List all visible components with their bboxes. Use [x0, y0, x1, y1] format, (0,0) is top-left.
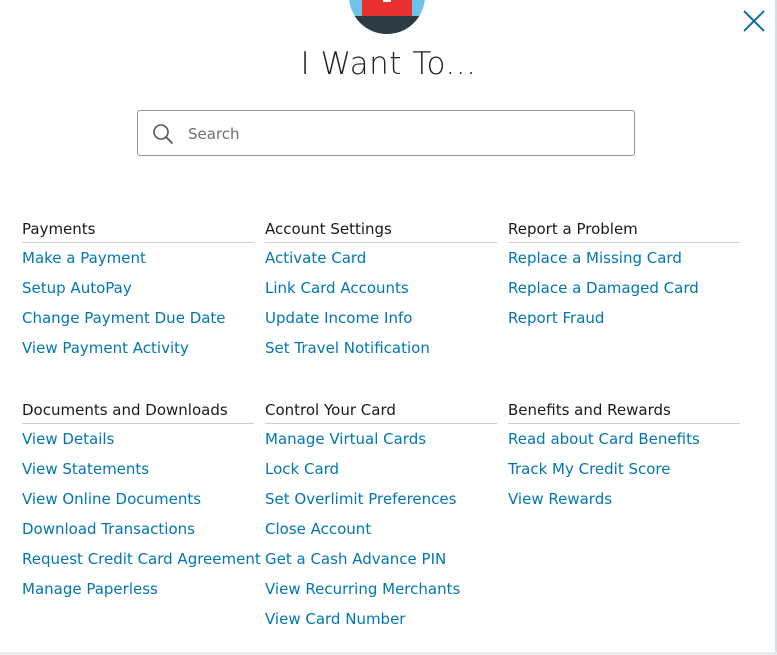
link-activate-card[interactable]: Activate Card [265, 249, 366, 267]
link-change-due-date[interactable]: Change Payment Due Date [22, 309, 226, 327]
section-payments: Payments Make a Payment Setup AutoPay Ch… [22, 219, 254, 363]
link-replace-damaged-card[interactable]: Replace a Damaged Card [508, 279, 699, 297]
link-lock-card[interactable]: Lock Card [265, 460, 339, 478]
section-heading: Benefits and Rewards [508, 400, 740, 424]
link-report-fraud[interactable]: Report Fraud [508, 309, 604, 327]
link-link-card-accounts[interactable]: Link Card Accounts [265, 279, 409, 297]
section-control-card: Control Your Card Manage Virtual Cards L… [265, 400, 497, 634]
link-view-online-documents[interactable]: View Online Documents [22, 490, 201, 508]
link-view-card-number[interactable]: View Card Number [265, 610, 405, 628]
link-credit-score[interactable]: Track My Credit Score [508, 460, 671, 478]
link-make-payment[interactable]: Make a Payment [22, 249, 146, 267]
link-view-rewards[interactable]: View Rewards [508, 490, 612, 508]
section-account-settings: Account Settings Activate Card Link Card… [265, 219, 497, 363]
link-close-account[interactable]: Close Account [265, 520, 371, 538]
section-report-problem: Report a Problem Replace a Missing Card … [508, 219, 740, 333]
illustration-ground [349, 16, 425, 34]
section-benefits: Benefits and Rewards Read about Card Ben… [508, 400, 740, 514]
link-manage-virtual-cards[interactable]: Manage Virtual Cards [265, 430, 426, 448]
link-set-overlimit[interactable]: Set Overlimit Preferences [265, 490, 456, 508]
link-setup-autopay[interactable]: Setup AutoPay [22, 279, 132, 297]
link-view-statements[interactable]: View Statements [22, 460, 149, 478]
search-icon [153, 124, 174, 145]
link-set-travel-notification[interactable]: Set Travel Notification [265, 339, 430, 357]
search-input[interactable] [186, 111, 620, 157]
link-download-transactions[interactable]: Download Transactions [22, 520, 195, 538]
link-view-details[interactable]: View Details [22, 430, 114, 448]
section-heading: Report a Problem [508, 219, 740, 243]
credit-card-illustration [349, 0, 425, 34]
page-title: I Want To... [300, 46, 477, 82]
link-view-payment-activity[interactable]: View Payment Activity [22, 339, 189, 357]
close-icon [743, 10, 765, 32]
link-replace-missing-card[interactable]: Replace a Missing Card [508, 249, 682, 267]
section-heading: Account Settings [265, 219, 497, 243]
close-button[interactable] [740, 7, 768, 35]
link-request-agreement[interactable]: Request Credit Card Agreement [22, 550, 261, 568]
link-card-benefits[interactable]: Read about Card Benefits [508, 430, 700, 448]
section-documents: Documents and Downloads View Details Vie… [22, 400, 261, 604]
link-cash-advance-pin[interactable]: Get a Cash Advance PIN [265, 550, 446, 568]
link-recurring-merchants[interactable]: View Recurring Merchants [265, 580, 460, 598]
section-heading: Documents and Downloads [22, 400, 254, 424]
card-graphic [362, 0, 412, 16]
section-heading: Payments [22, 219, 254, 243]
link-manage-paperless[interactable]: Manage Paperless [22, 580, 158, 598]
link-update-income[interactable]: Update Income Info [265, 309, 412, 327]
search-box[interactable] [137, 110, 635, 157]
section-heading: Control Your Card [265, 400, 497, 424]
